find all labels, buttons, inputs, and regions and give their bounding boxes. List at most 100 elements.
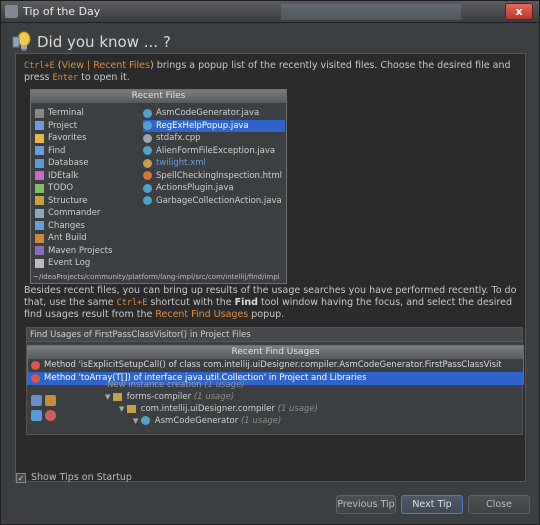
file-type-icon xyxy=(143,171,152,181)
find-tool-window-name: Find xyxy=(234,297,258,308)
folder-icon xyxy=(113,392,123,401)
file-name: RegExHelpPopup.java xyxy=(156,120,249,131)
tool-window-item: Event Log xyxy=(35,257,141,270)
recent-files-popup-screenshot: Recent Files Terminal Project Favorites Fin… xyxy=(30,89,287,284)
tree-row-package: ▼ com.intellij.uiDesigner.compiler (1 us… xyxy=(119,403,318,415)
tool-window-icon xyxy=(35,158,44,168)
recent-file-item: ActionsPlugin.java xyxy=(143,182,285,195)
tool-window-icon xyxy=(35,221,44,231)
method-icon xyxy=(31,374,40,383)
tree-row-module: ▼ forms-compiler (1 usage) xyxy=(105,391,234,403)
file-type-icon xyxy=(143,133,152,143)
file-name: twilight.xml xyxy=(156,158,206,168)
recent-file-list: AsmCodeGenerator.java RegExHelpPopup.java… xyxy=(143,107,285,207)
file-name: AsmCodeGenerator.java xyxy=(156,108,260,118)
shortcut-enter: Enter xyxy=(52,73,79,83)
tool-window-item: Maven Projects xyxy=(35,245,141,258)
recent-file-item: GarbageCollectionAction.java xyxy=(143,195,285,208)
file-type-icon xyxy=(143,121,152,131)
recent-find-usages-popup: Recent Find Usages Method 'isExplicitSet… xyxy=(27,345,524,385)
tree-count: (1 usage) xyxy=(240,416,282,426)
usage-tree: New instance creation (1 usage) ▼ forms-… xyxy=(27,380,524,435)
tool-window-label: Terminal xyxy=(48,108,84,118)
recent-find-usages-title: Recent Find Usages xyxy=(28,346,523,359)
previous-tip-button[interactable]: Previous Tip xyxy=(336,495,396,514)
tool-window-label: Changes xyxy=(48,220,85,231)
recent-file-item: stdafx.cpp xyxy=(143,132,285,145)
find-result-text: Method 'isExplicitSetupCall() of class c… xyxy=(44,360,502,370)
tool-window-item: Project xyxy=(35,120,141,133)
window-close-button[interactable]: x xyxy=(505,3,533,20)
tool-window-label: Database xyxy=(48,158,89,168)
recent-file-item: twilight.xml xyxy=(143,157,285,170)
dialog-heading: Did you know ... ? xyxy=(37,33,171,51)
tool-window-icon xyxy=(35,146,44,156)
tool-window-icon xyxy=(35,171,44,181)
method-icon xyxy=(31,361,40,370)
file-type-icon xyxy=(143,158,152,168)
tool-window-label: Maven Projects xyxy=(48,245,113,256)
expand-triangle-icon: ▼ xyxy=(119,405,125,413)
tip-paragraph-2: Besides recent files, you can bring up r… xyxy=(24,285,519,321)
tool-window-label: TODO xyxy=(48,183,74,193)
tool-window-icon xyxy=(35,108,44,118)
tool-window-item: Structure xyxy=(35,195,141,208)
tool-window-label: Commander xyxy=(48,208,101,218)
tip-text-part: popup. xyxy=(248,309,285,320)
file-type-icon xyxy=(143,196,152,206)
recent-file-item: AlienFormFileException.java xyxy=(143,145,285,158)
tip-text-part: shortcut with the xyxy=(147,297,235,308)
tool-window-icon xyxy=(35,208,44,218)
shortcut-ctrl-e: Ctrl+E xyxy=(116,298,148,308)
file-name: ActionsPlugin.java xyxy=(156,183,234,193)
tool-window-item: Commander xyxy=(35,207,141,220)
tool-window-list: Terminal Project Favorites Find Database IDEt… xyxy=(35,107,141,270)
find-result-row: Method 'isExplicitSetupCall() of class c… xyxy=(28,359,523,372)
tree-count: (1 usage) xyxy=(193,392,235,402)
file-name: stdafx.cpp xyxy=(156,133,201,143)
tool-window-icon xyxy=(35,233,44,243)
tree-label: AsmCodeGenerator xyxy=(154,416,239,426)
show-tips-checkbox-row[interactable]: ✓ Show Tips on Startup xyxy=(16,472,132,483)
file-type-icon xyxy=(143,183,152,193)
tool-window-label: Structure xyxy=(48,195,88,206)
package-icon xyxy=(127,404,137,413)
tree-count: (1 usage) xyxy=(277,404,318,414)
tip-paragraph-1: Ctrl+E (View | Recent Files) brings a po… xyxy=(24,60,519,84)
tool-window-icon xyxy=(35,196,44,206)
file-name: AlienFormFileException.java xyxy=(156,145,276,156)
tip-content-panel: Ctrl+E (View | Recent Files) brings a po… xyxy=(15,53,526,482)
find-usages-title: Find Usages of FirstPassClassVisitor() i… xyxy=(27,328,522,342)
tree-row-instance-creation: New instance creation (1 usage) xyxy=(107,379,245,391)
tree-label: com.intellij.uiDesigner.compiler xyxy=(140,404,275,414)
tool-window-icon xyxy=(35,246,44,256)
tool-window-label: Ant Build xyxy=(48,233,87,243)
shortcut-ctrl-e: Ctrl+E xyxy=(24,61,55,71)
tool-window-icon xyxy=(35,258,44,268)
show-tips-label[interactable]: Show Tips on Startup xyxy=(31,472,132,483)
tool-window-label: Project xyxy=(48,120,78,131)
background-window-ghost xyxy=(281,4,461,20)
tool-window-label: Event Log xyxy=(48,258,91,268)
recent-files-popup-title: Recent Files xyxy=(31,90,286,103)
next-tip-button[interactable]: Next Tip xyxy=(401,495,463,514)
tool-window-item: Database xyxy=(35,157,141,170)
tool-window-item: Find xyxy=(35,145,141,158)
tip-text-part: to open it. xyxy=(78,72,130,83)
find-result-row-selected: Method 'toArray(T[]) of interface java.u… xyxy=(28,372,523,385)
tree-row-class: ▼ AsmCodeGenerator (1 usage) xyxy=(133,415,281,427)
tool-window-item: TODO xyxy=(35,182,141,195)
tree-count: (1 usage) xyxy=(204,380,245,390)
window-title: Tip of the Day xyxy=(23,5,101,18)
show-tips-checkbox[interactable]: ✓ xyxy=(16,472,26,483)
tree-label: New instance creation xyxy=(107,380,202,390)
tool-window-icon xyxy=(35,121,44,131)
title-bar[interactable]: Tip of the Day x xyxy=(1,1,539,23)
close-button[interactable]: Close xyxy=(468,495,530,514)
tool-window-label: Favorites xyxy=(48,133,87,143)
tool-window-icon xyxy=(35,183,44,193)
tool-window-label: Find xyxy=(48,145,66,156)
file-type-icon xyxy=(143,108,152,118)
tip-of-the-day-dialog: Tip of the Day x Did you know ... ? Ctrl… xyxy=(0,0,540,525)
recent-file-item-selected: RegExHelpPopup.java xyxy=(143,119,285,132)
